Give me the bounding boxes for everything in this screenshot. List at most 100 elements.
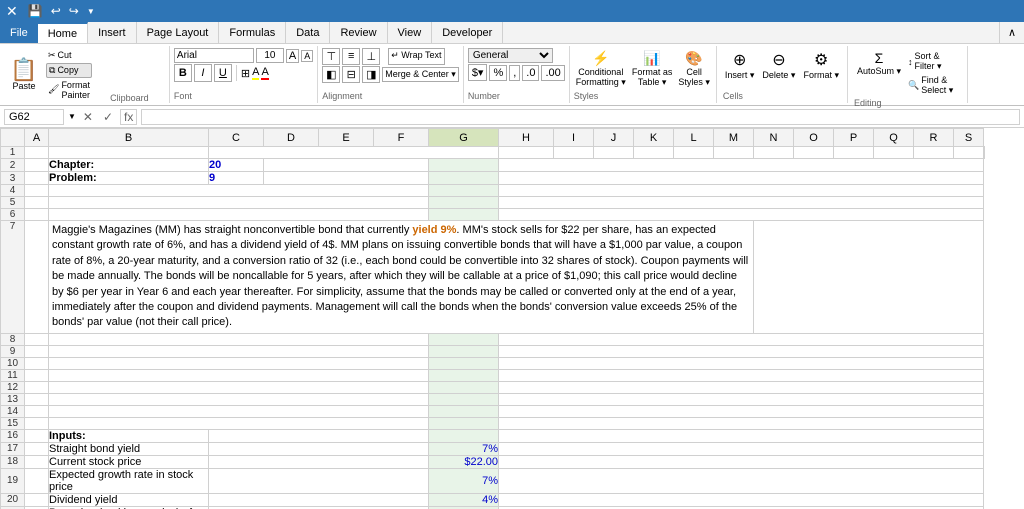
cell-g20[interactable]: 4% xyxy=(429,493,499,506)
conditional-formatting-btn[interactable]: ⚡ ConditionalFormatting ▾ xyxy=(574,48,628,90)
align-center-icon[interactable]: ⊟ xyxy=(342,66,360,83)
cell-g17[interactable]: 7% xyxy=(429,442,499,455)
merge-center-btn[interactable]: Merge & Center ▾ xyxy=(382,67,459,82)
row-num: 14 xyxy=(1,405,25,417)
number-format-select[interactable]: General Number Currency Percentage xyxy=(468,48,553,63)
cell-g19[interactable]: 7% xyxy=(429,468,499,493)
underline-button[interactable]: U xyxy=(214,64,232,82)
row-num: 8 xyxy=(1,333,25,345)
tab-view[interactable]: View xyxy=(388,22,433,43)
tab-page-layout[interactable]: Page Layout xyxy=(137,22,220,43)
col-header-d[interactable]: D xyxy=(264,129,319,147)
name-box-dropdown-icon[interactable]: ▼ xyxy=(68,112,76,121)
format-painter-icon: 🖌 xyxy=(48,84,59,95)
italic-button[interactable]: I xyxy=(194,64,212,82)
paste-button[interactable]: 📋 Paste xyxy=(4,46,44,103)
tab-data[interactable]: Data xyxy=(286,22,330,43)
qat-dropdown-icon[interactable]: ▼ xyxy=(85,6,97,17)
border-icon[interactable]: ⊞ xyxy=(241,67,250,80)
align-top-icon[interactable]: ⊤ xyxy=(322,48,340,65)
cell-a1[interactable] xyxy=(25,147,49,159)
col-header-h[interactable]: H xyxy=(499,129,554,147)
comma-btn[interactable]: , xyxy=(509,65,520,81)
currency-btn[interactable]: $▾ xyxy=(468,64,488,81)
table-row: 8 xyxy=(1,333,985,345)
cell-c3[interactable]: 9 xyxy=(209,172,264,185)
cell-b1[interactable] xyxy=(49,147,209,159)
formula-input[interactable] xyxy=(141,109,1020,125)
align-right-icon[interactable]: ◨ xyxy=(362,66,380,83)
row-num: 7 xyxy=(1,221,25,334)
delete-btn[interactable]: ⊖Delete ▾ xyxy=(760,48,797,83)
col-header-l[interactable]: L xyxy=(674,129,714,147)
tab-formulas[interactable]: Formulas xyxy=(219,22,286,43)
font-color-icon[interactable]: A xyxy=(261,66,268,80)
col-header-k[interactable]: K xyxy=(634,129,674,147)
col-header-f[interactable]: F xyxy=(374,129,429,147)
col-header-c[interactable]: C xyxy=(209,129,264,147)
wrap-text-icon[interactable]: ↵ Wrap Text xyxy=(388,48,444,65)
col-header-q[interactable]: Q xyxy=(874,129,914,147)
cell-b18[interactable]: Current stock price xyxy=(49,455,209,468)
col-header-s[interactable]: S xyxy=(954,129,984,147)
align-middle-icon[interactable]: ≡ xyxy=(342,48,360,65)
percent-btn[interactable]: % xyxy=(489,65,507,81)
save-qat-btn[interactable]: 💾 xyxy=(26,3,45,19)
copy-icon: ⧉ xyxy=(49,65,55,76)
format-as-table-btn[interactable]: 📊 Format asTable ▾ xyxy=(630,48,675,90)
font-name-input[interactable] xyxy=(174,48,254,63)
autosum-btn[interactable]: ΣAutoSum ▾ xyxy=(854,48,904,79)
insert-function-icon[interactable]: fx xyxy=(120,109,137,125)
fill-color-icon[interactable]: A xyxy=(252,66,259,80)
tab-developer[interactable]: Developer xyxy=(432,22,503,43)
cell-b20[interactable]: Dividend yield xyxy=(49,493,209,506)
cell-b16[interactable]: Inputs: xyxy=(49,429,209,442)
copy-button[interactable]: ⧉ Copy xyxy=(46,63,92,78)
name-box[interactable] xyxy=(4,109,64,125)
increase-decimal-btn[interactable]: .0 xyxy=(522,65,539,81)
col-header-n[interactable]: N xyxy=(754,129,794,147)
tab-insert[interactable]: Insert xyxy=(88,22,137,43)
tab-home[interactable]: Home xyxy=(38,22,88,43)
undo-qat-btn[interactable]: ↩ xyxy=(49,3,63,19)
align-left-icon[interactable]: ◧ xyxy=(322,66,340,83)
cut-button[interactable]: ✂ Cut xyxy=(46,49,92,62)
bold-button[interactable]: B xyxy=(174,64,192,82)
cell-b17[interactable]: Straight bond yield xyxy=(49,442,209,455)
decrease-decimal-btn[interactable]: .00 xyxy=(541,65,564,81)
col-header-b[interactable]: B xyxy=(49,129,209,147)
insert-btn[interactable]: ⊕Insert ▾ xyxy=(723,48,757,83)
tab-file[interactable]: File xyxy=(0,22,38,43)
decrease-font-icon[interactable]: A xyxy=(301,50,313,62)
cell-styles-btn[interactable]: 🎨 CellStyles ▾ xyxy=(676,48,712,90)
row-num: 15 xyxy=(1,417,25,429)
excel-icon: ✕ xyxy=(6,3,18,20)
cell-c2[interactable]: 20 xyxy=(209,159,264,172)
format-painter-button[interactable]: 🖌 Format Painter xyxy=(46,79,92,101)
col-header-g[interactable]: G xyxy=(429,129,499,147)
format-btn[interactable]: ⚙Format ▾ xyxy=(801,48,841,83)
font-group: A A B I U ⊞ A A Font xyxy=(170,46,318,103)
redo-qat-btn[interactable]: ↪ xyxy=(67,3,81,19)
font-size-input[interactable] xyxy=(256,48,284,63)
col-header-m[interactable]: M xyxy=(714,129,754,147)
col-header-r[interactable]: R xyxy=(914,129,954,147)
col-header-p[interactable]: P xyxy=(834,129,874,147)
cell-b19[interactable]: Expected growth rate in stock price xyxy=(49,468,209,493)
cell-g18[interactable]: $22.00 xyxy=(429,455,499,468)
find-select-btn[interactable]: 🔍 Find &Select ▾ xyxy=(906,74,955,97)
col-header-i[interactable]: I xyxy=(554,129,594,147)
col-header-e[interactable]: E xyxy=(319,129,374,147)
sort-filter-btn[interactable]: ↕ Sort &Filter ▾ xyxy=(906,50,955,73)
increase-font-icon[interactable]: A xyxy=(286,49,299,63)
col-header-o[interactable]: O xyxy=(794,129,834,147)
cell-b3[interactable]: Problem: xyxy=(49,172,209,185)
col-header-j[interactable]: J xyxy=(594,129,634,147)
ribbon-collapse-btn[interactable]: ∧ xyxy=(999,22,1024,43)
col-header-a[interactable]: A xyxy=(25,129,49,147)
row-num: 16 xyxy=(1,429,25,442)
cell-b2[interactable]: Chapter: xyxy=(49,159,209,172)
cell-b7-text[interactable]: Maggie's Magazines (MM) has straight non… xyxy=(49,221,754,334)
tab-review[interactable]: Review xyxy=(330,22,387,43)
align-bottom-icon[interactable]: ⊥ xyxy=(362,48,380,65)
